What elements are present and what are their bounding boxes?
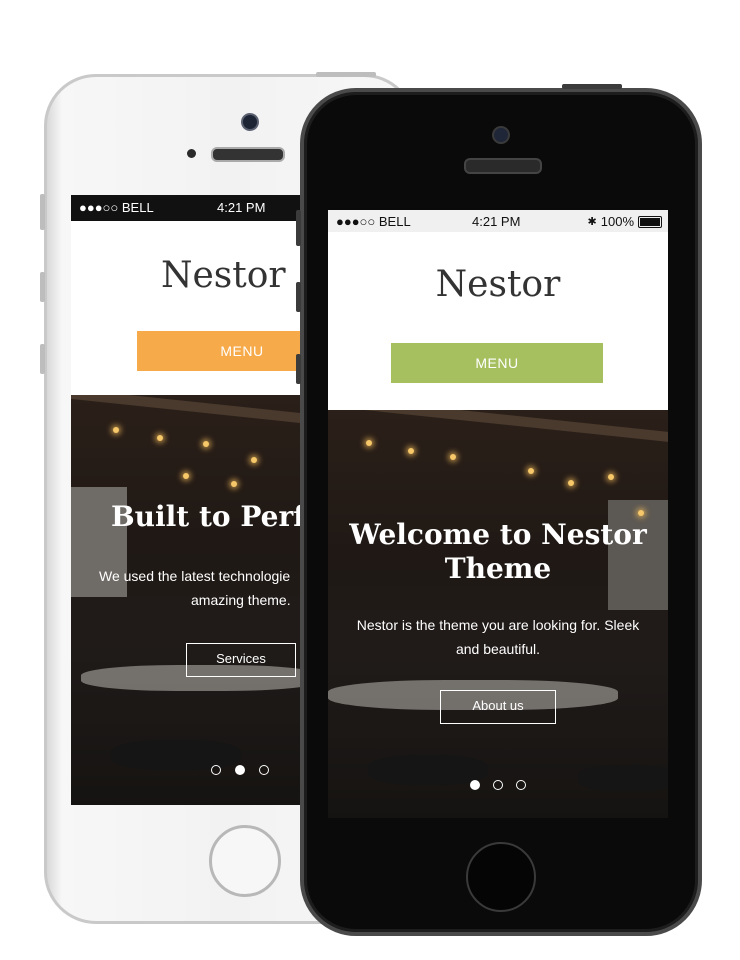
status-bar: ●●●○○ BELL 4:21 PM bbox=[71, 195, 301, 221]
mute-switch[interactable] bbox=[296, 210, 301, 246]
volume-down-button[interactable] bbox=[296, 354, 301, 384]
clock-label: 4:21 PM bbox=[217, 200, 266, 215]
volume-down-button[interactable] bbox=[40, 344, 45, 374]
mute-switch[interactable] bbox=[40, 194, 45, 230]
slide-dot-active[interactable] bbox=[470, 780, 480, 790]
ceiling-light bbox=[608, 474, 614, 480]
ceiling-light bbox=[366, 440, 372, 446]
ceiling-light bbox=[113, 427, 119, 433]
clock-label: 4:21 PM bbox=[472, 214, 521, 229]
speaker-grille bbox=[464, 158, 542, 174]
status-bar: ●●●○○ BELL 4:21 PM ✱ 100% bbox=[328, 210, 668, 232]
black-phone: ●●●○○ BELL 4:21 PM ✱ 100% Nestor MENU We… bbox=[300, 88, 702, 936]
volume-up-button[interactable] bbox=[40, 272, 45, 302]
camera-icon bbox=[492, 126, 510, 144]
ceiling-light bbox=[231, 481, 237, 487]
ceiling-light bbox=[528, 468, 534, 474]
hero-slider: Welcome to Nestor Theme Nestor is the th… bbox=[328, 410, 668, 818]
hero-text-line2: amazing theme. bbox=[191, 592, 291, 608]
ceiling-light bbox=[408, 448, 414, 454]
slide-dot[interactable] bbox=[493, 780, 503, 790]
black-phone-screen: ●●●○○ BELL 4:21 PM ✱ 100% Nestor MENU We… bbox=[328, 210, 668, 818]
home-button[interactable] bbox=[209, 825, 281, 897]
ceiling-light bbox=[638, 510, 644, 516]
menu-button[interactable]: MENU bbox=[391, 343, 603, 383]
hero-text-line1: We used the latest technologie bbox=[99, 568, 291, 584]
battery-percent: 100% bbox=[600, 214, 634, 229]
speaker-grille bbox=[211, 147, 285, 162]
ceiling-light bbox=[157, 435, 163, 441]
battery-icon bbox=[638, 215, 662, 228]
ceiling-light bbox=[568, 480, 574, 486]
hero-stool bbox=[111, 740, 241, 770]
site-brand[interactable]: Nestor bbox=[161, 255, 301, 296]
services-button[interactable]: Services bbox=[186, 643, 296, 677]
white-phone-screen: ●●●○○ BELL 4:21 PM Nestor MENU Built to … bbox=[71, 195, 301, 805]
power-button[interactable] bbox=[316, 72, 376, 77]
ceiling-light bbox=[183, 473, 189, 479]
power-button[interactable] bbox=[562, 84, 622, 89]
hero-title: Built to Perfe bbox=[111, 500, 301, 533]
ceiling-light bbox=[203, 441, 209, 447]
ceiling-light bbox=[251, 457, 257, 463]
status-right: ✱ 100% bbox=[588, 214, 662, 229]
slide-dot[interactable] bbox=[211, 765, 221, 775]
bluetooth-icon: ✱ bbox=[587, 216, 597, 228]
hero-text-line2: and beautiful. bbox=[455, 641, 541, 657]
hero-text-line1: Nestor is the theme you are looking for.… bbox=[356, 617, 640, 633]
site-brand[interactable]: Nestor bbox=[328, 264, 668, 305]
carrier-label: ●●●○○ BELL bbox=[79, 200, 154, 215]
hero-stool bbox=[578, 765, 668, 791]
hero-stool bbox=[368, 755, 488, 785]
about-us-button[interactable]: About us bbox=[440, 690, 556, 724]
carrier-label: ●●●○○ BELL bbox=[336, 214, 411, 229]
hero-title-line2: Theme bbox=[444, 552, 552, 585]
camera-icon bbox=[241, 113, 259, 131]
sensor-icon bbox=[187, 149, 196, 158]
slide-dot[interactable] bbox=[259, 765, 269, 775]
menu-button[interactable]: MENU bbox=[137, 331, 301, 371]
hero-title-line1: Welcome to Nestor bbox=[349, 518, 647, 551]
volume-up-button[interactable] bbox=[296, 282, 301, 312]
home-button[interactable] bbox=[466, 842, 536, 912]
slide-dot-active[interactable] bbox=[235, 765, 245, 775]
slide-dot[interactable] bbox=[516, 780, 526, 790]
ceiling-light bbox=[450, 454, 456, 460]
hero-slider: Built to Perfe We used the latest techno… bbox=[71, 395, 301, 805]
